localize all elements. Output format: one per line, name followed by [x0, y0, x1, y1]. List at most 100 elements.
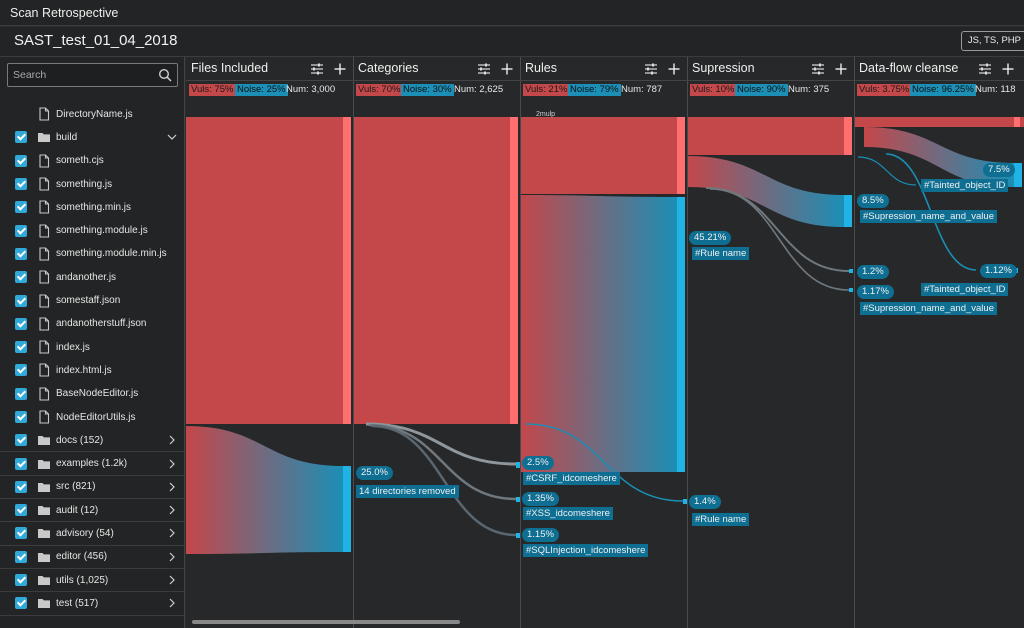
flow-files-to-categories[interactable]: [186, 117, 343, 424]
file-row[interactable]: BaseNodeEditor.js: [0, 383, 185, 406]
folder-row[interactable]: build: [0, 126, 185, 149]
add-icon[interactable]: [667, 62, 681, 76]
row-checkbox[interactable]: [15, 574, 27, 587]
languages-badge[interactable]: JS, TS, PHP: [960, 31, 1024, 51]
chevron-right-icon[interactable]: [167, 482, 177, 492]
node-next-tainted[interactable]: [1014, 163, 1022, 187]
folder-row[interactable]: editor (456): [0, 546, 185, 569]
file-row[interactable]: andanotherstuff.json: [0, 313, 185, 336]
row-checkbox[interactable]: [15, 364, 27, 377]
row-checkbox[interactable]: [15, 131, 27, 144]
file-row[interactable]: someth.cjs: [0, 150, 185, 173]
row-checkbox[interactable]: [15, 201, 27, 214]
node-rules-noise[interactable]: [677, 197, 685, 472]
add-icon[interactable]: [500, 62, 514, 76]
chevron-right-icon[interactable]: [167, 505, 177, 515]
horizontal-scrollbar[interactable]: [192, 620, 460, 624]
flow-categories-to-rules[interactable]: [353, 117, 510, 424]
filter-sliders-icon[interactable]: [978, 62, 992, 76]
node-files-vuln[interactable]: [343, 117, 351, 424]
folder-row[interactable]: examples (1.2k): [0, 452, 185, 476]
flow-rules-noise[interactable]: [520, 195, 677, 472]
row-checkbox[interactable]: [15, 317, 27, 330]
search-icon[interactable]: [158, 68, 172, 82]
search-box[interactable]: [7, 63, 178, 87]
xss-tag[interactable]: #XSS_idcomeshere: [523, 507, 613, 520]
row-checkbox[interactable]: [15, 411, 27, 423]
flow-cleanse-to-next[interactable]: [854, 117, 1024, 127]
chevron-right-icon[interactable]: [167, 435, 177, 445]
folder-row[interactable]: advisory (54): [0, 522, 185, 546]
row-checkbox[interactable]: [15, 178, 27, 191]
node-rules-vuln[interactable]: [677, 117, 685, 194]
sqli-tag[interactable]: #SQLInjection_idcomeshere: [523, 544, 649, 557]
node-cleanse-vuln[interactable]: [1014, 117, 1020, 127]
filter-sliders-icon[interactable]: [477, 62, 491, 76]
row-checkbox[interactable]: [15, 341, 27, 354]
row-checkbox[interactable]: [15, 550, 27, 563]
categories-tag[interactable]: 14 directories removed: [356, 485, 459, 498]
row-checkbox[interactable]: [15, 504, 27, 517]
chevron-right-icon[interactable]: [167, 528, 177, 538]
folder-row[interactable]: test (517): [0, 592, 185, 616]
search-input[interactable]: [8, 64, 153, 86]
filter-sliders-icon[interactable]: [811, 62, 825, 76]
node-categories-removed[interactable]: [343, 466, 351, 552]
supp-c-tag[interactable]: #Supression_name_and_value: [860, 302, 997, 315]
file-row[interactable]: andanother.js: [0, 266, 185, 289]
row-checkbox[interactable]: [15, 597, 27, 610]
row-checkbox[interactable]: [15, 271, 27, 284]
link-cat-csrf[interactable]: [365, 422, 517, 466]
node-cleanse-1-17[interactable]: [849, 288, 853, 292]
taint-a-tag[interactable]: #Tainted_object_ID: [921, 179, 1009, 192]
file-row[interactable]: somestaff.json: [0, 289, 185, 312]
file-row[interactable]: DirectoryName.js: [0, 103, 185, 126]
folder-row[interactable]: src (821): [0, 476, 185, 500]
chevron-right-icon[interactable]: [167, 552, 177, 562]
csrf-tag[interactable]: #CSRF_idcomeshere: [523, 472, 620, 485]
flow-cleanse-tainted[interactable]: [864, 127, 1014, 187]
link-cat-sqli[interactable]: [371, 424, 517, 537]
file-row[interactable]: something.min.js: [0, 196, 185, 219]
filter-sliders-icon[interactable]: [310, 62, 324, 76]
row-checkbox[interactable]: [15, 387, 27, 400]
row-checkbox[interactable]: [15, 480, 27, 493]
folder-row[interactable]: audit (12): [0, 499, 185, 523]
rule-big-tag[interactable]: #Rule name: [692, 247, 750, 260]
row-checkbox[interactable]: [15, 294, 27, 307]
folder-row[interactable]: utils (1,025): [0, 569, 185, 593]
rule-small-tag[interactable]: #Rule name: [692, 513, 750, 526]
file-row[interactable]: index.js: [0, 336, 185, 359]
chevron-right-icon[interactable]: [167, 575, 177, 585]
row-checkbox[interactable]: [15, 247, 27, 260]
chevron-down-icon[interactable]: [167, 132, 177, 142]
flow-files-removed[interactable]: [186, 426, 343, 554]
chevron-right-icon[interactable]: [167, 598, 177, 608]
supp-a-tag[interactable]: #Supression_name_and_value: [860, 210, 997, 223]
file-row[interactable]: something.module.js: [0, 219, 185, 242]
row-checkbox[interactable]: [15, 224, 27, 237]
node-supression-vuln[interactable]: [844, 117, 852, 155]
file-row[interactable]: NodeEditorUtils.js: [0, 406, 185, 429]
row-checkbox[interactable]: [15, 434, 27, 447]
add-icon[interactable]: [1001, 62, 1015, 76]
file-row[interactable]: index.html.js: [0, 359, 185, 382]
taint-b-tag[interactable]: #Tainted_object_ID: [921, 283, 1009, 296]
flow-supression-to-cleanse[interactable]: [687, 117, 844, 155]
node-cleanse-1-2[interactable]: [849, 269, 853, 273]
row-checkbox[interactable]: [15, 527, 27, 540]
file-row[interactable]: something.module.min.js: [0, 243, 185, 266]
link-cleanse-8[interactable]: [857, 156, 917, 186]
add-icon[interactable]: [834, 62, 848, 76]
chevron-right-icon[interactable]: [167, 459, 177, 469]
flow-rules-to-supression[interactable]: [520, 117, 677, 194]
node-categories-vuln[interactable]: [510, 117, 518, 424]
row-checkbox[interactable]: [15, 154, 27, 167]
row-label: src (821): [56, 481, 96, 493]
file-row[interactable]: something.js: [0, 173, 185, 196]
add-icon[interactable]: [333, 62, 347, 76]
folder-row[interactable]: docs (152): [0, 429, 185, 453]
node-cleanse-8pct[interactable]: [844, 195, 852, 227]
row-checkbox[interactable]: [15, 457, 27, 470]
filter-sliders-icon[interactable]: [644, 62, 658, 76]
